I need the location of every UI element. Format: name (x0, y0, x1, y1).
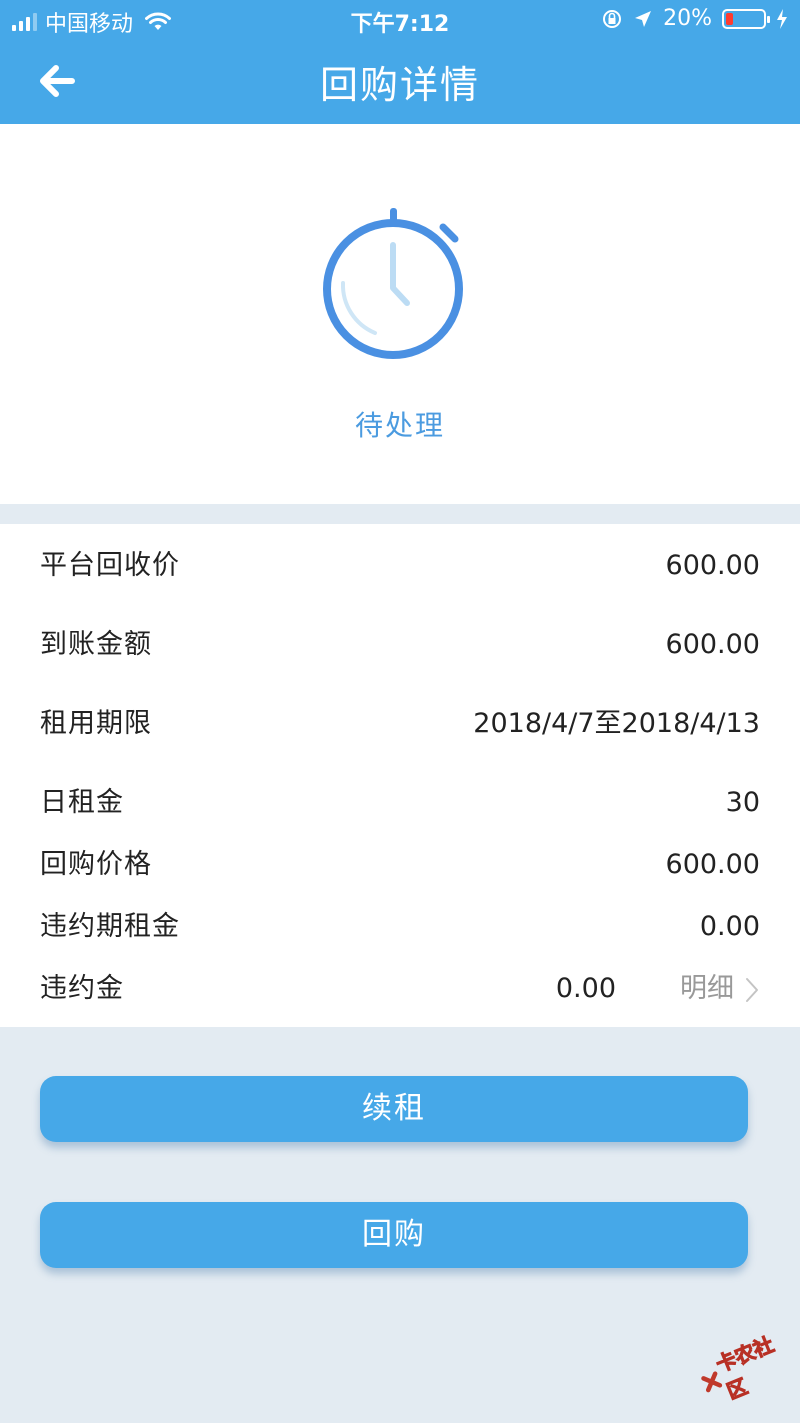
row-value: 600.00 (665, 550, 760, 581)
charging-icon (777, 8, 787, 29)
renew-button[interactable]: 续租 (40, 1076, 748, 1142)
penalty-detail-link[interactable]: 明细 (680, 969, 760, 1009)
row-label: 违约期租金 (40, 911, 180, 942)
status-label: 待处理 (354, 409, 445, 442)
battery-level (726, 12, 733, 25)
watermark: 卡农社区 (691, 1321, 800, 1415)
row-label: 违约金 (40, 973, 124, 1004)
chevron-right-icon (746, 978, 758, 1002)
header: 中国移动 下午7:12 20% 回购详情 (0, 0, 800, 124)
detail-row-received-amount: 到账金额 600.00 (40, 625, 760, 665)
detail-row-penalty: 违约金 0.00 明细 (40, 969, 760, 1009)
row-label: 到账金额 (40, 629, 152, 660)
penalty-detail-label: 明细 (680, 973, 734, 1004)
row-label: 平台回收价 (40, 550, 180, 581)
location-icon (635, 10, 652, 27)
status-card: 待处理 (0, 124, 800, 504)
orientation-lock-icon (603, 9, 622, 28)
row-value: 600.00 (665, 629, 760, 660)
page-title: 回购详情 (319, 63, 480, 107)
detail-row-recycle-price: 平台回收价 600.00 (40, 546, 760, 586)
detail-list: 平台回收价 600.00 到账金额 600.00 租用期限 2018/4/7至2… (0, 524, 800, 1027)
status-bar: 中国移动 下午7:12 20% (0, 0, 800, 40)
row-value: 0.00 (699, 911, 760, 942)
stopwatch-icon (323, 208, 463, 359)
navbar: 回购详情 (0, 40, 800, 124)
detail-row-buyback-price: 回购价格 600.00 (40, 845, 760, 885)
detail-row-rental-period: 租用期限 2018/4/7至2018/4/13 (40, 704, 760, 744)
row-value: 0.00 (555, 973, 616, 1004)
detail-row-overdue-rent: 违约期租金 0.00 (40, 907, 760, 947)
battery-icon (722, 8, 770, 29)
battery-percent: 20% (663, 6, 712, 31)
row-value: 30 (725, 787, 760, 818)
row-value: 600.00 (665, 849, 760, 880)
watermark-text: 卡农社区 (712, 1332, 778, 1405)
row-value: 2018/4/7至2018/4/13 (473, 708, 760, 739)
row-label: 租用期限 (40, 708, 152, 739)
buyback-button[interactable]: 回购 (40, 1202, 748, 1268)
detail-row-daily-rent: 日租金 30 (40, 783, 760, 823)
row-label: 回购价格 (40, 849, 152, 880)
row-label: 日租金 (40, 787, 124, 818)
